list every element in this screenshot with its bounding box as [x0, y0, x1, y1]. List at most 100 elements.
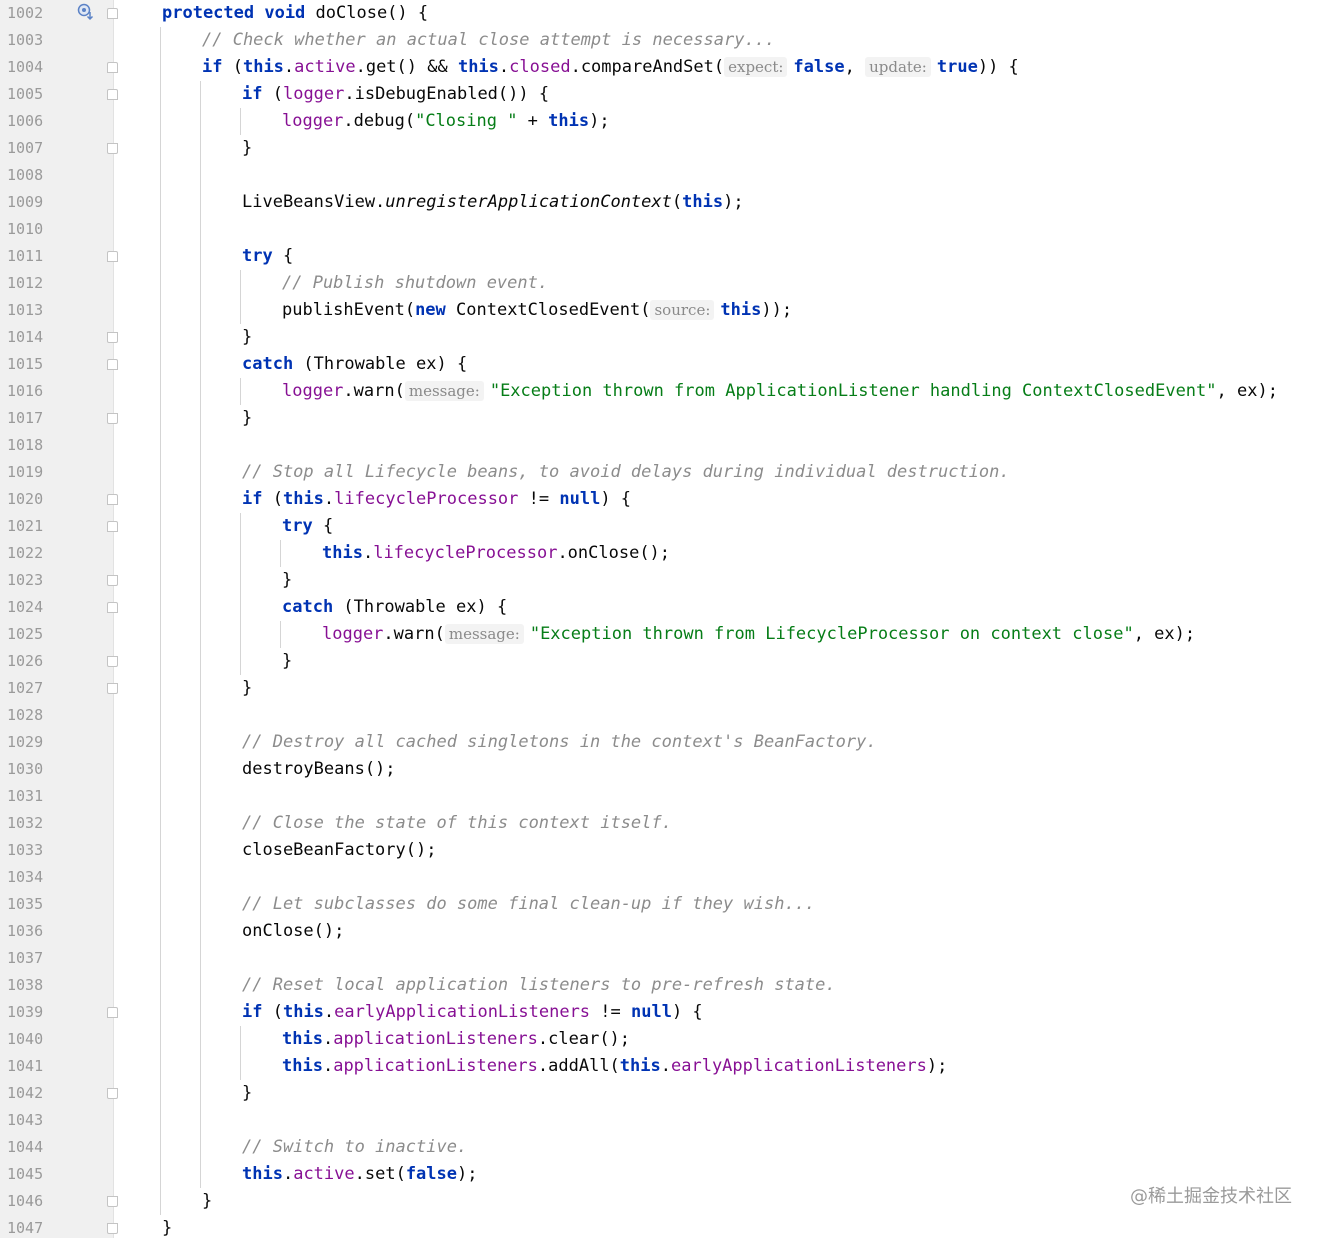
fold-marker-icon[interactable]: [107, 62, 118, 73]
code-token: null: [559, 489, 601, 509]
fold-marker-icon[interactable]: [107, 1007, 118, 1018]
code-token: }: [242, 678, 253, 698]
code-line[interactable]: if (logger.isDebugEnabled()) {: [242, 81, 549, 108]
fold-marker-icon[interactable]: [107, 1088, 118, 1099]
fold-marker-icon[interactable]: [107, 1223, 118, 1234]
parameter-hint: expect:: [724, 57, 788, 77]
code-token: this: [282, 489, 324, 509]
code-token: "Exception thrown from ApplicationListen…: [489, 381, 1217, 401]
code-line[interactable]: }: [242, 405, 252, 432]
indent-guide: [240, 1026, 241, 1080]
code-line[interactable]: publishEvent(new ContextClosedEvent(sour…: [282, 297, 792, 324]
fold-marker-icon[interactable]: [107, 8, 118, 19]
code-line[interactable]: this.lifecycleProcessor.onClose();: [322, 540, 670, 567]
fold-marker-icon[interactable]: [107, 332, 118, 343]
fold-marker-icon[interactable]: [107, 683, 118, 694]
fold-marker-icon[interactable]: [107, 89, 118, 100]
fold-marker-icon[interactable]: [107, 602, 118, 613]
code-line[interactable]: onClose();: [242, 918, 344, 945]
code-line[interactable]: catch (Throwable ex) {: [282, 594, 507, 621]
code-line[interactable]: // Stop all Lifecycle beans, to avoid de…: [242, 459, 1010, 486]
code-line[interactable]: }: [242, 1080, 252, 1107]
fold-marker-icon[interactable]: [107, 521, 118, 532]
code-token: }: [162, 1218, 173, 1238]
indent-guide: [160, 27, 161, 1215]
code-line[interactable]: // Publish shutdown event.: [282, 270, 548, 297]
fold-marker-icon[interactable]: [107, 494, 118, 505]
code-editor[interactable]: 1002 1003 1004 1005 1006 1007 1008 1009 1010 1011…: [0, 0, 1322, 1238]
code-token: new: [415, 300, 457, 320]
code-token: }: [242, 408, 253, 428]
code-token: this: [548, 111, 590, 131]
code-line[interactable]: }: [242, 675, 252, 702]
code-token: (: [232, 57, 243, 77]
code-line[interactable]: if (this.lifecycleProcessor != null) {: [242, 486, 631, 513]
code-line[interactable]: // Let subclasses do some final clean-up…: [242, 891, 815, 918]
code-token: // Switch to inactive.: [242, 1137, 468, 1157]
fold-marker-icon[interactable]: [107, 656, 118, 667]
code-line[interactable]: LiveBeansView.unregisterApplicationConte…: [242, 189, 744, 216]
code-token: try: [242, 246, 283, 266]
code-line[interactable]: this.applicationListeners.addAll(this.ea…: [282, 1053, 947, 1080]
code-token: this: [282, 1002, 324, 1022]
code-token: catch: [242, 354, 304, 374]
code-line[interactable]: logger.warn(message: "Exception thrown fr…: [322, 621, 1195, 648]
code-token: {: [282, 246, 294, 266]
parameter-hint: message:: [444, 624, 524, 644]
code-line[interactable]: this.active.set(false);: [242, 1161, 477, 1188]
indent-guide: [240, 513, 241, 675]
code-token: active: [294, 57, 356, 77]
code-line[interactable]: }: [242, 324, 252, 351]
code-line[interactable]: // Close the state of this context itsel…: [242, 810, 672, 837]
fold-marker-icon[interactable]: [107, 359, 118, 370]
code-token: .isDebugEnabled()) {: [344, 84, 550, 104]
code-line[interactable]: try {: [242, 243, 293, 270]
fold-marker-icon[interactable]: [107, 251, 118, 262]
code-token: // Destroy all cached singletons in the …: [242, 732, 877, 752]
code-token: );: [926, 1056, 948, 1076]
code-token: LiveBeansView.: [242, 192, 386, 212]
code-token: this: [682, 192, 724, 212]
code-line[interactable]: }: [202, 1188, 212, 1215]
code-token: destroyBeans();: [242, 759, 396, 779]
code-line[interactable]: }: [282, 567, 292, 594]
code-line[interactable]: try {: [282, 513, 333, 540]
code-line[interactable]: logger.warn(message: "Exception thrown fr…: [282, 378, 1278, 405]
code-token: this: [282, 1056, 323, 1076]
code-token: this: [242, 57, 284, 77]
code-token: !=: [518, 489, 560, 509]
code-line[interactable]: // Destroy all cached singletons in the …: [242, 729, 877, 756]
fold-marker-icon[interactable]: [107, 143, 118, 154]
code-line[interactable]: protected void doClose() {: [162, 0, 428, 27]
code-token: this: [242, 1164, 283, 1184]
code-token: protected void: [162, 3, 316, 23]
code-line[interactable]: destroyBeans();: [242, 756, 396, 783]
code-token: if: [242, 84, 273, 104]
code-line[interactable]: // Reset local application listeners to …: [242, 972, 836, 999]
code-line[interactable]: if (this.active.get() && this.closed.com…: [202, 54, 1019, 81]
code-line[interactable]: closeBeanFactory();: [242, 837, 436, 864]
code-token: applicationListeners: [333, 1029, 538, 1049]
code-token: "Closing ": [415, 111, 518, 131]
fold-marker-icon[interactable]: [107, 1196, 118, 1207]
code-token: );: [457, 1164, 478, 1184]
code-line[interactable]: if (this.earlyApplicationListeners != nu…: [242, 999, 703, 1026]
code-token: .set(: [354, 1164, 406, 1184]
code-line[interactable]: }: [282, 648, 292, 675]
code-line[interactable]: // Switch to inactive.: [242, 1134, 467, 1161]
code-line[interactable]: this.applicationListeners.clear();: [282, 1026, 630, 1053]
code-line[interactable]: // Check whether an actual close attempt…: [202, 27, 775, 54]
fold-marker-icon[interactable]: [107, 413, 118, 424]
code-token: this: [322, 543, 363, 563]
fold-marker-icon[interactable]: [107, 575, 118, 586]
code-token: .: [282, 1164, 294, 1184]
code-token: (Throwable ex) {: [343, 597, 508, 617]
code-line[interactable]: logger.debug("Closing " + this);: [282, 108, 610, 135]
code-token: .: [323, 489, 335, 509]
code-token: .debug(: [343, 111, 416, 131]
code-area[interactable]: protected void doClose() {// Check wheth…: [0, 0, 1322, 1238]
code-token: this: [282, 1029, 323, 1049]
code-line[interactable]: catch (Throwable ex) {: [242, 351, 467, 378]
code-line[interactable]: }: [242, 135, 252, 162]
code-token: // Publish shutdown event.: [282, 273, 549, 293]
